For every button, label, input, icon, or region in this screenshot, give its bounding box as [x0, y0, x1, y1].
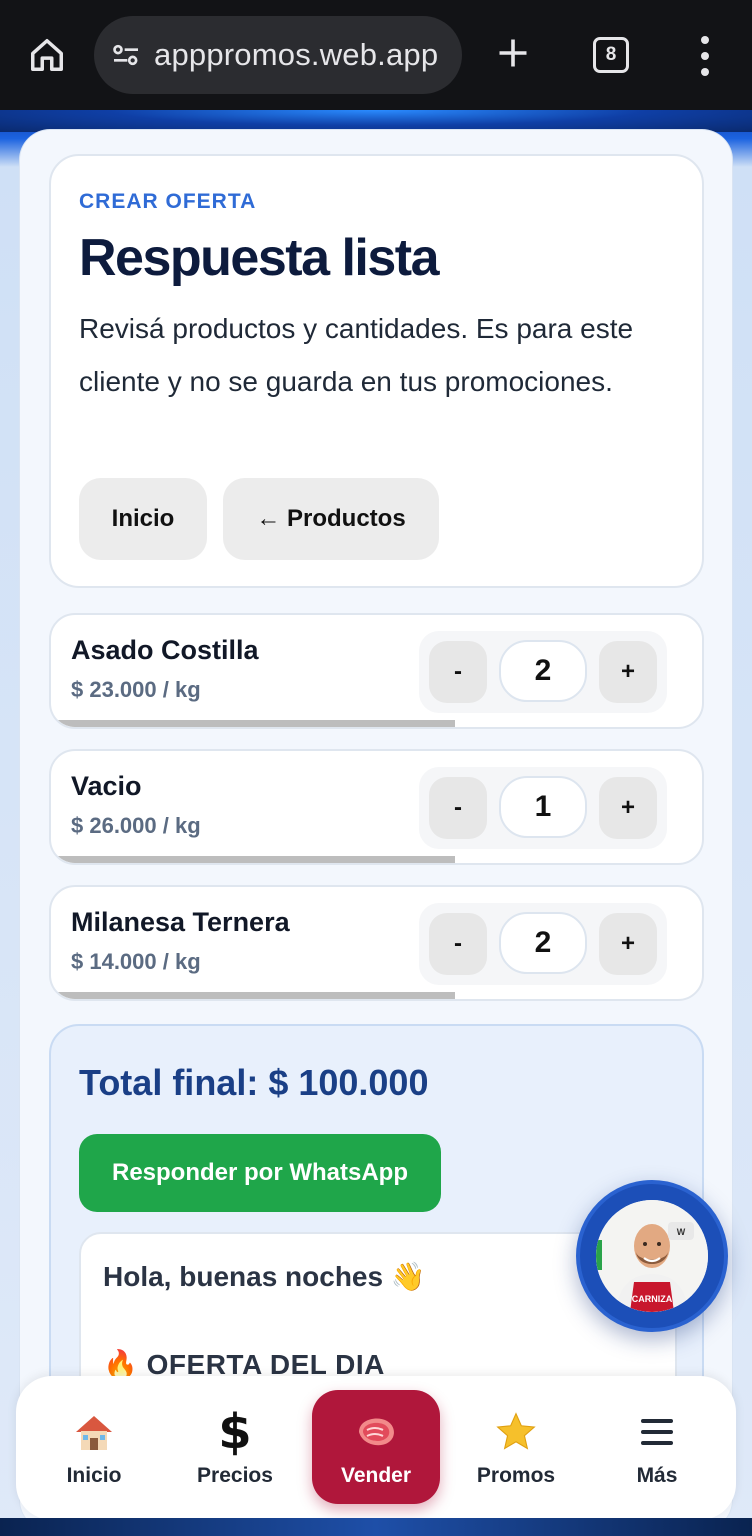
system-nav-strip [0, 1518, 752, 1536]
inicio-button[interactable]: Inicio [79, 478, 207, 560]
quantity-field[interactable]: 2 [499, 640, 587, 702]
nav-inicio[interactable]: Inicio [30, 1390, 158, 1504]
decrease-button[interactable]: - [429, 641, 487, 703]
product-row: Milanesa Ternera $ 14.000 / kg - 2 + [49, 885, 704, 1001]
total-amount: Total final: $ 100.000 [79, 1062, 429, 1103]
quantity-stepper: - 2 + [419, 631, 667, 713]
offer-header-card: CREAR OFERTA Respuesta lista Revisá prod… [49, 154, 704, 588]
product-name: Vacio [71, 771, 142, 801]
home-icon[interactable] [22, 30, 72, 80]
nav-label: Más [636, 1464, 678, 1487]
product-name: Asado Costilla [71, 635, 259, 665]
quantity-stepper: - 1 + [419, 767, 667, 849]
increase-button[interactable]: + [599, 777, 657, 839]
product-row: Asado Costilla $ 23.000 / kg - 2 + [49, 613, 704, 729]
svg-text:W: W [677, 1227, 686, 1237]
product-price: $ 26.000 / kg [71, 813, 201, 838]
page-description: Revisá productos y cantidades. Es para e… [79, 313, 634, 397]
nav-mas[interactable]: Más [593, 1390, 721, 1504]
product-row: Vacio $ 26.000 / kg - 1 + [49, 749, 704, 865]
hamburger-menu-icon [633, 1408, 681, 1456]
star-icon [492, 1408, 540, 1456]
tab-switcher-button[interactable]: 8 [593, 37, 629, 73]
nav-promos[interactable]: Promos [452, 1390, 580, 1504]
product-price: $ 14.000 / kg [71, 949, 201, 974]
page-title: Respuesta lista [79, 229, 440, 287]
whatsapp-reply-button[interactable]: Responder por WhatsApp [79, 1134, 441, 1212]
house-icon [70, 1408, 118, 1456]
scrollbar[interactable] [51, 720, 455, 727]
back-to-products-button[interactable]: ← Productos [223, 478, 439, 560]
nav-precios[interactable]: $ Precios [171, 1390, 299, 1504]
apron-text: CARNIZA [632, 1294, 673, 1304]
bottom-navigation: Inicio $ Precios Vender Promos Más [16, 1376, 736, 1520]
increase-button[interactable]: + [599, 913, 657, 975]
decrease-button[interactable]: - [429, 777, 487, 839]
dollar-icon: $ [218, 1404, 252, 1460]
quantity-stepper: - 2 + [419, 903, 667, 985]
browser-toolbar: apppromos.web.app 8 [0, 0, 752, 110]
url-text: apppromos.web.app [154, 37, 439, 72]
nav-label: Promos [476, 1464, 556, 1487]
more-menu-icon[interactable] [690, 36, 720, 76]
nav-label: Precios [197, 1464, 273, 1487]
section-eyebrow: CREAR OFERTA [79, 190, 257, 213]
product-price: $ 23.000 / kg [71, 677, 201, 702]
scrollbar[interactable] [51, 992, 455, 999]
product-name: Milanesa Ternera [71, 907, 290, 937]
message-greeting: Hola, buenas noches 👋 [103, 1261, 426, 1292]
address-bar[interactable]: apppromos.web.app [94, 16, 462, 94]
meat-icon [352, 1408, 400, 1456]
assistant-avatar-button[interactable]: CARNIZA W [576, 1180, 728, 1332]
header-glow [0, 110, 752, 132]
decrease-button[interactable]: - [429, 913, 487, 975]
site-settings-icon[interactable] [108, 37, 144, 73]
avatar: CARNIZA W [596, 1200, 708, 1312]
new-tab-icon[interactable] [490, 30, 536, 76]
increase-button[interactable]: + [599, 641, 657, 703]
quantity-field[interactable]: 1 [499, 776, 587, 838]
nav-vender[interactable]: Vender [312, 1390, 440, 1504]
nav-label: Inicio [66, 1464, 122, 1487]
quantity-field[interactable]: 2 [499, 912, 587, 974]
nav-label: Vender [340, 1464, 412, 1487]
scrollbar[interactable] [51, 856, 455, 863]
